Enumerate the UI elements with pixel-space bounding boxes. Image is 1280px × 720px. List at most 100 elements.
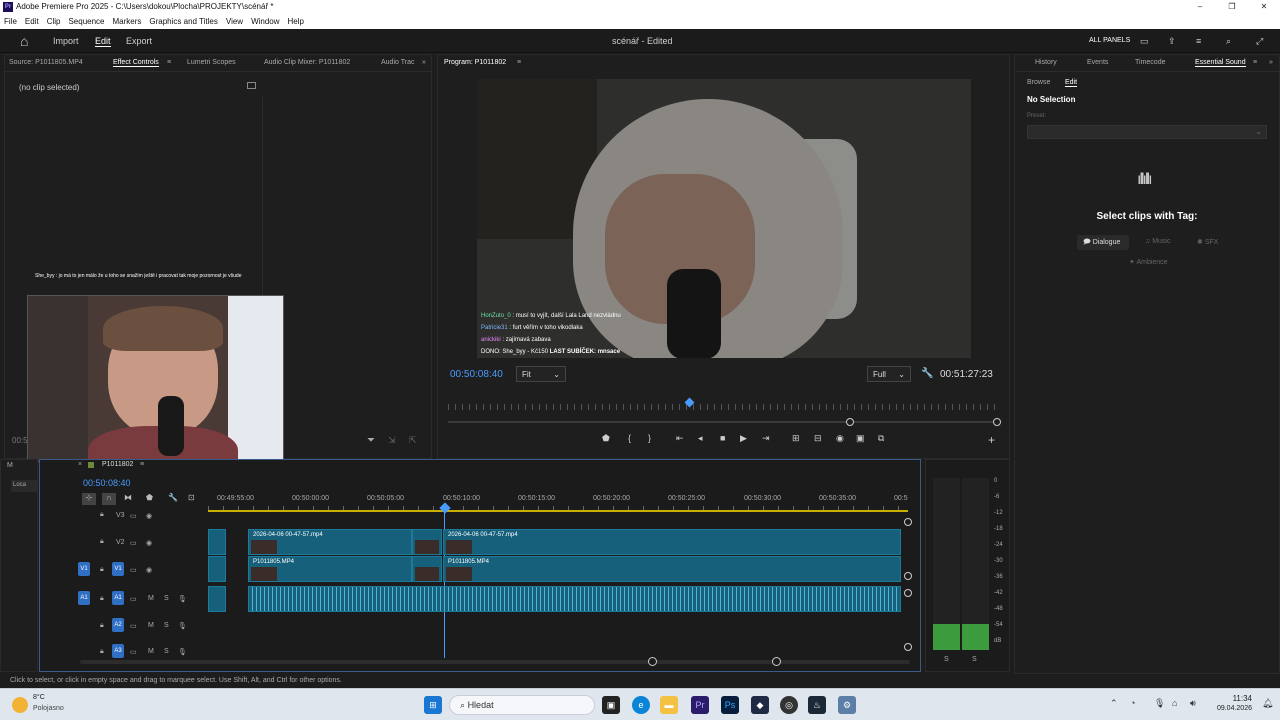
menu-sequence[interactable]: Sequence: [68, 17, 104, 26]
filter-icon[interactable]: ⏷: [367, 435, 375, 446]
solo-button[interactable]: S: [164, 648, 169, 655]
video-clip-v1b[interactable]: P1011805.MP4: [443, 556, 901, 582]
lock-icon[interactable]: 🔒︎: [100, 595, 104, 603]
video-clip[interactable]: [208, 529, 226, 555]
tab-timecode[interactable]: Timecode: [1135, 59, 1165, 66]
share-icon[interactable]: ⇪: [1168, 36, 1176, 47]
project-locate[interactable]: Loca: [11, 480, 37, 492]
lock-icon[interactable]: 🔒︎: [100, 511, 104, 519]
menu-edit[interactable]: Edit: [25, 17, 39, 26]
toggle-icon[interactable]: ⇱: [409, 435, 417, 446]
video-clip-transition[interactable]: [412, 556, 442, 582]
lock-icon[interactable]: 🔒︎: [100, 538, 104, 546]
steam-taskbar-icon[interactable]: ♨: [808, 696, 826, 714]
solo-left-button[interactable]: S: [944, 656, 949, 663]
all-panels-button[interactable]: ALL PANELS: [1089, 37, 1130, 44]
program-menu-icon[interactable]: ≡: [517, 59, 521, 66]
eye-icon[interactable]: ◉: [146, 512, 152, 520]
video-clip-v1a[interactable]: P1011805.MP4: [248, 556, 412, 582]
zoom-handle-left[interactable]: [846, 418, 854, 426]
mic-icon[interactable]: 🎙︎: [178, 622, 187, 630]
video-clip-v2a[interactable]: 2026-04-06 00-47-57.mp4: [248, 529, 412, 555]
mute-button[interactable]: M: [148, 622, 154, 629]
video-clip[interactable]: [208, 556, 226, 582]
sync-icon[interactable]: ▭: [130, 566, 137, 574]
tag-music-button[interactable]: ♫ Music: [1139, 235, 1181, 250]
task-view-icon[interactable]: ▣: [602, 696, 620, 714]
collapse-icon[interactable]: [247, 82, 256, 89]
lock-icon[interactable]: 🔒︎: [100, 622, 104, 630]
settings-taskbar-icon[interactable]: ⚙: [838, 696, 856, 714]
panel-menu-icon[interactable]: ≡: [1253, 59, 1257, 66]
audio-clip[interactable]: [208, 586, 226, 612]
quick-export-icon[interactable]: ≡: [1196, 36, 1201, 46]
play-icon[interactable]: ▶: [740, 433, 747, 444]
menu-view[interactable]: View: [226, 17, 243, 26]
sync-icon[interactable]: ▭: [130, 648, 137, 656]
mic-icon[interactable]: 🎙︎: [178, 595, 187, 603]
track-name-a2[interactable]: A2: [112, 618, 124, 632]
search-icon[interactable]: ⌕: [1226, 36, 1231, 47]
tab-essential-sound[interactable]: Essential Sound: [1195, 59, 1246, 67]
menu-help[interactable]: Help: [288, 17, 304, 26]
linked-selection-icon[interactable]: ⧓: [124, 493, 132, 502]
close-button[interactable]: ✕: [1248, 0, 1280, 14]
menu-clip[interactable]: Clip: [47, 17, 61, 26]
menu-markers[interactable]: Markers: [113, 17, 142, 26]
lift-icon[interactable]: ⊞: [792, 433, 800, 444]
go-to-in-icon[interactable]: ⇤: [676, 433, 684, 444]
timeline-h-scrollbar[interactable]: [80, 660, 910, 664]
video-clip-transition[interactable]: [412, 529, 442, 555]
tag-dialogue-button[interactable]: 🗩 Dialogue: [1077, 235, 1129, 250]
mic-icon[interactable]: 🎙︎: [178, 648, 187, 656]
eye-icon[interactable]: ◉: [146, 566, 152, 574]
play-only-audio-icon[interactable]: ⇲: [388, 435, 396, 446]
mark-in-icon[interactable]: {: [628, 433, 631, 443]
program-timecode[interactable]: 00:50:08:40: [450, 369, 503, 380]
add-marker-icon[interactable]: ⬟: [602, 433, 610, 444]
home-icon[interactable]: ⌂: [20, 33, 28, 49]
track-name-v1[interactable]: V1: [112, 562, 124, 576]
solo-right-button[interactable]: S: [972, 656, 977, 663]
obs-taskbar-icon[interactable]: ◎: [780, 696, 798, 714]
track-scroll-handle[interactable]: [904, 589, 912, 597]
sync-icon[interactable]: ▭: [130, 512, 137, 520]
tab-audio-track-mixer[interactable]: Audio Trac: [381, 59, 414, 66]
work-area-bar[interactable]: [208, 510, 908, 512]
nest-icon[interactable]: ⊹: [82, 493, 96, 505]
sequence-menu-icon[interactable]: ≡: [140, 461, 144, 468]
tag-ambience-button[interactable]: ✦ Ambience: [1123, 255, 1179, 270]
panel-menu-icon[interactable]: ≡: [167, 59, 171, 66]
solo-button[interactable]: S: [164, 622, 169, 629]
file-explorer-icon[interactable]: ▬: [660, 696, 678, 714]
snap-icon[interactable]: ∩: [102, 493, 116, 505]
solo-button[interactable]: S: [164, 595, 169, 602]
mute-button[interactable]: M: [148, 648, 154, 655]
import-tab[interactable]: Import: [53, 36, 79, 46]
tab-lumetri-scopes[interactable]: Lumetri Scopes: [187, 59, 236, 66]
eye-icon[interactable]: ◉: [146, 539, 152, 547]
microphone-tray-icon[interactable]: 🎙︎: [1154, 698, 1165, 709]
panel-layout-icon[interactable]: ▭: [1140, 36, 1149, 47]
clock-time[interactable]: 11:34: [1210, 694, 1252, 703]
tab-source[interactable]: Source: P1011805.MP4: [9, 59, 83, 66]
photoshop-taskbar-icon[interactable]: Ps: [721, 696, 739, 714]
track-name-v3[interactable]: V3: [116, 512, 125, 519]
video-clip-v2b[interactable]: 2026-04-06 00-47-57.mp4: [443, 529, 901, 555]
track-name-v2[interactable]: V2: [116, 539, 125, 546]
resolution-dropdown[interactable]: Full ⌄: [867, 366, 911, 382]
menu-window[interactable]: Window: [251, 17, 279, 26]
close-sequence-icon[interactable]: ×: [78, 461, 82, 468]
wrench-icon[interactable]: 🔧: [921, 368, 933, 379]
mute-button[interactable]: M: [148, 595, 154, 602]
overflow-chevron-icon[interactable]: »: [1269, 59, 1273, 66]
lock-icon[interactable]: 🔒︎: [100, 648, 104, 656]
tray-chevron-icon[interactable]: ⌃: [1110, 698, 1118, 709]
proxy-icon[interactable]: ⧉: [878, 433, 884, 444]
weather-desc[interactable]: Polojasno: [33, 705, 64, 712]
track-scroll-handle[interactable]: [904, 643, 912, 651]
edge-browser-icon[interactable]: e: [632, 696, 650, 714]
zoom-bar[interactable]: [448, 421, 1000, 423]
lock-icon[interactable]: 🔒︎: [100, 566, 104, 574]
scroll-handle-left[interactable]: [648, 657, 657, 666]
